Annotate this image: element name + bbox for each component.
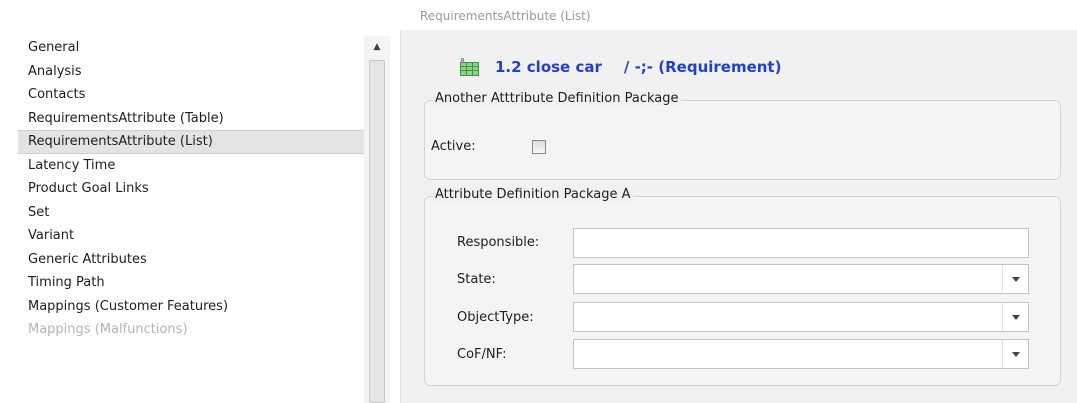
sidebar-item-mappings-malfunctions[interactable]: Mappings (Malfunctions)	[18, 318, 364, 342]
state-select[interactable]	[573, 264, 1029, 294]
scrollbar-thumb[interactable]	[369, 60, 385, 403]
element-type-suffix: / -;- (Requirement)	[623, 58, 782, 76]
group-title-package-a: Attribute Definition Package A	[433, 187, 633, 202]
sidebar-item-mappings-customer-features[interactable]: Mappings (Customer Features)	[18, 295, 364, 319]
sidebar-item-contacts[interactable]: Contacts	[18, 83, 364, 107]
sidebar-item-timing-path[interactable]: Timing Path	[18, 271, 364, 295]
group-title-another: Another Atttribute Definition Package	[433, 91, 681, 106]
state-label: State:	[457, 272, 496, 287]
state-dropdown-button[interactable]	[1002, 265, 1028, 293]
objecttype-select[interactable]	[573, 302, 1029, 332]
cof-nf-dropdown-button[interactable]	[1002, 340, 1028, 368]
requirement-grid-icon: R	[460, 58, 479, 76]
details-panel: R 1.2 close car / -;- (Requirement) Anot…	[400, 30, 1077, 403]
attribute-package-a-group: Attribute Definition Package A Responsib…	[424, 187, 1061, 386]
element-title: 1.2 close car	[495, 58, 602, 76]
active-label: Active:	[431, 139, 476, 154]
objecttype-label: ObjectType:	[457, 310, 534, 325]
sidebar-item-analysis[interactable]: Analysis	[18, 60, 364, 84]
chevron-down-icon	[1012, 352, 1020, 357]
sidebar-item-requirements-attribute-table[interactable]: RequirementsAttribute (Table)	[18, 107, 364, 131]
svg-text:R: R	[461, 58, 465, 64]
sidebar-item-product-goal-links[interactable]: Product Goal Links	[18, 177, 364, 201]
another-attribute-package-group: Another Atttribute Definition Package Ac…	[424, 91, 1061, 180]
chevron-down-icon	[1012, 315, 1020, 320]
sidebar-list: General Analysis Contacts RequirementsAt…	[18, 36, 364, 342]
sidebar-panel: General Analysis Contacts RequirementsAt…	[18, 36, 390, 403]
window-title: RequirementsAttribute (List)	[420, 9, 591, 23]
responsible-label: Responsible:	[457, 235, 540, 250]
sidebar-item-generic-attributes[interactable]: Generic Attributes	[18, 248, 364, 272]
sidebar-item-latency-time[interactable]: Latency Time	[18, 154, 364, 178]
objecttype-dropdown-button[interactable]	[1002, 303, 1028, 331]
active-checkbox[interactable]	[532, 140, 546, 154]
cof-nf-label: CoF/NF:	[457, 347, 507, 362]
responsible-input[interactable]	[573, 228, 1029, 258]
sidebar-item-requirements-attribute-list[interactable]: RequirementsAttribute (List)	[18, 130, 364, 154]
list-fade-overlay	[18, 369, 364, 403]
cof-nf-select[interactable]	[573, 339, 1029, 369]
sidebar-item-set[interactable]: Set	[18, 201, 364, 225]
sidebar-scrollbar[interactable]: ▲	[364, 36, 390, 403]
sidebar-item-variant[interactable]: Variant	[18, 224, 364, 248]
sidebar-item-general[interactable]: General	[18, 36, 364, 60]
chevron-down-icon	[1012, 277, 1020, 282]
scroll-up-arrow-icon[interactable]: ▲	[364, 36, 390, 58]
element-header: R 1.2 close car / -;- (Requirement)	[460, 56, 781, 78]
